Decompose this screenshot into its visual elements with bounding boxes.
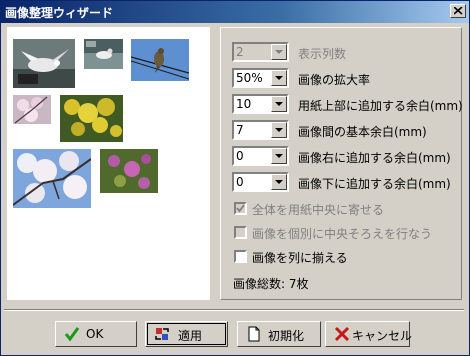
combo-value: 2 [236,45,244,59]
apply-label: 適用 [178,329,203,343]
combo-value: 7 [236,123,244,137]
cancel-label: キャンセル [352,329,413,343]
thumbnail-1[interactable] [13,39,75,88]
dropdown-button[interactable] [271,96,287,112]
bottom-margin-select[interactable]: 0 [232,172,289,192]
dropdown-button[interactable] [271,70,287,86]
thumbnail-7[interactable] [100,149,158,193]
right-margin-select[interactable]: 0 [232,146,289,166]
x-cancel-icon [334,326,350,342]
align-columns-checkbox[interactable] [234,250,247,263]
chevron-down-icon [275,128,283,132]
dropdown-button[interactable] [271,44,287,60]
center-each-checkbox[interactable] [234,226,247,239]
close-icon [454,7,463,15]
image-total-count: 画像総数: 7枚 [233,277,309,291]
base-gap-label: 画像間の基本余白(mm) [298,125,427,139]
ok-button[interactable]: OK [55,321,137,347]
ok-label: OK [86,327,104,341]
close-button[interactable] [450,4,466,18]
center-each-label: 画像を個別に中央そろえを行なう [252,227,433,241]
image-preview-area [7,27,210,300]
chevron-down-icon [275,76,283,80]
combo-value: 10 [236,97,252,111]
zoom-rate-select[interactable]: 50% [232,68,289,88]
dropdown-button[interactable] [271,122,287,138]
dropdown-button[interactable] [271,148,287,164]
window-title: 画像整理ウィザード [5,6,114,20]
bottom-margin-label: 画像下に追加する余白(mm) [298,177,451,191]
blank-page-icon [248,326,260,342]
thumbnail-4[interactable] [13,95,51,124]
top-margin-label: 用紙上部に追加する余白(mm) [298,99,463,113]
combo-value: 0 [236,149,244,163]
zoom-rate-label: 画像の拡大率 [298,73,371,87]
combo-value: 50% [236,71,263,85]
right-margin-label: 画像右に追加する余白(mm) [298,151,451,165]
cancel-button[interactable]: キャンセル [325,321,413,347]
title-bar: 画像整理ウィザード [1,1,469,23]
center-all-label: 全体を用紙中央に寄せる [252,203,385,217]
thumbnail-6[interactable] [13,149,91,208]
chevron-down-icon [275,154,283,158]
chevron-down-icon [275,180,283,184]
base-gap-select[interactable]: 7 [232,120,289,140]
align-columns-label: 画像を列に揃える [252,251,348,265]
checkmark-icon [236,204,245,213]
column-count-label: 表示列数 [298,47,347,61]
chevron-down-icon [275,50,283,54]
apply-arrows-icon [155,328,169,340]
dropdown-button[interactable] [271,174,287,190]
apply-button[interactable]: 適用 [145,321,228,347]
reset-button[interactable]: 初期化 [237,321,321,347]
checkmark-icon [64,327,80,342]
center-all-checkbox[interactable] [234,202,247,215]
combo-value: 0 [236,175,244,189]
reset-label: 初期化 [268,329,305,343]
chevron-down-icon [275,102,283,106]
thumbnail-5[interactable] [60,95,123,142]
top-margin-select[interactable]: 10 [232,94,289,114]
column-count-select[interactable]: 2 [232,42,289,62]
thumbnail-3[interactable] [131,39,189,81]
thumbnail-2[interactable] [84,39,123,69]
button-separator [4,309,464,311]
